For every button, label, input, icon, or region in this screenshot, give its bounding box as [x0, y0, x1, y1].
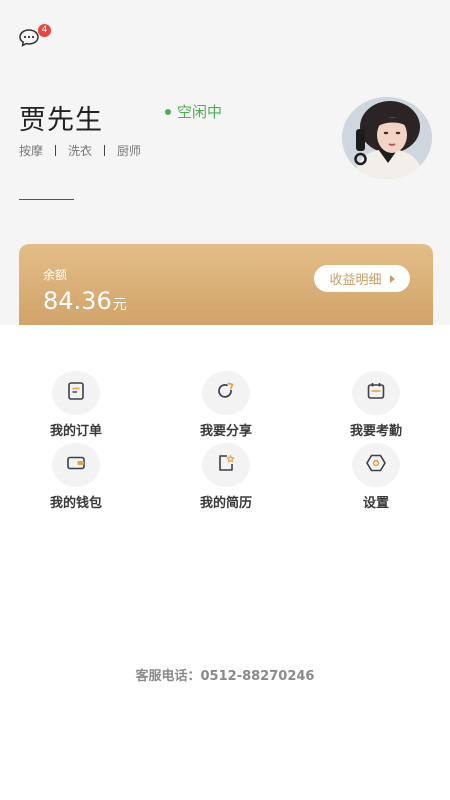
skill-divider [55, 145, 57, 156]
menu-icon-background [52, 443, 100, 487]
skill-tag: 按摩 [19, 144, 44, 158]
skill-tag: 厨师 [117, 144, 142, 158]
menu-label: 我要分享 [199, 424, 252, 439]
arrow-right-icon [389, 274, 395, 283]
resume-icon [216, 453, 236, 477]
avatar[interactable] [342, 97, 432, 179]
skill-tags: 按摩 洗衣 厨师 [19, 142, 141, 159]
menu-icon-background [52, 371, 100, 415]
skill-divider [104, 145, 106, 156]
earnings-detail-label: 收益明细 [329, 273, 382, 288]
menu-icon-background [202, 443, 250, 487]
menu-item-share[interactable]: 我要分享 [176, 371, 276, 439]
menu-item-resume[interactable]: 我的简历 [176, 443, 276, 511]
user-name: 贾先生 [19, 105, 103, 136]
status-text: 空闲中 [177, 103, 223, 121]
wallet-icon [66, 453, 86, 477]
menu-label: 设置 [362, 496, 389, 511]
share-icon [216, 381, 236, 405]
balance-unit: 元 [112, 297, 127, 313]
message-button[interactable]: 4 [18, 24, 51, 50]
menu-label: 我要考勤 [349, 424, 402, 439]
menu-label: 我的订单 [49, 424, 102, 439]
balance-value: 84.36 [43, 287, 112, 315]
menu-icon-background [352, 443, 400, 487]
menu-item-settings[interactable]: 设置 [326, 443, 426, 511]
balance-label: 余额 [43, 268, 68, 282]
order-icon [66, 381, 86, 405]
status-dot-icon [165, 108, 171, 115]
menu-item-attendance[interactable]: 我要考勤 [326, 371, 426, 439]
balance-amount: 84.36元 [43, 287, 127, 315]
menu-icon-background [352, 371, 400, 415]
divider-line [19, 199, 74, 200]
menu-icon-background [202, 371, 250, 415]
earnings-detail-button[interactable]: 收益明细 [314, 265, 410, 292]
skill-tag: 洗衣 [68, 144, 93, 158]
message-count-badge: 4 [38, 24, 51, 37]
status-indicator: 空闲中 [165, 101, 222, 122]
balance-card: 余额 84.36元 收益明细 [19, 244, 433, 325]
menu-item-my-orders[interactable]: 我的订单 [26, 371, 126, 439]
menu-item-wallet[interactable]: 我的钱包 [26, 443, 126, 511]
menu-label: 我的钱包 [49, 496, 102, 511]
menu-label: 我的简历 [199, 496, 252, 511]
settings-icon [365, 453, 387, 477]
customer-service-phone[interactable]: 客服电话：0512-88270246 [0, 665, 450, 684]
calendar-icon [366, 381, 386, 405]
